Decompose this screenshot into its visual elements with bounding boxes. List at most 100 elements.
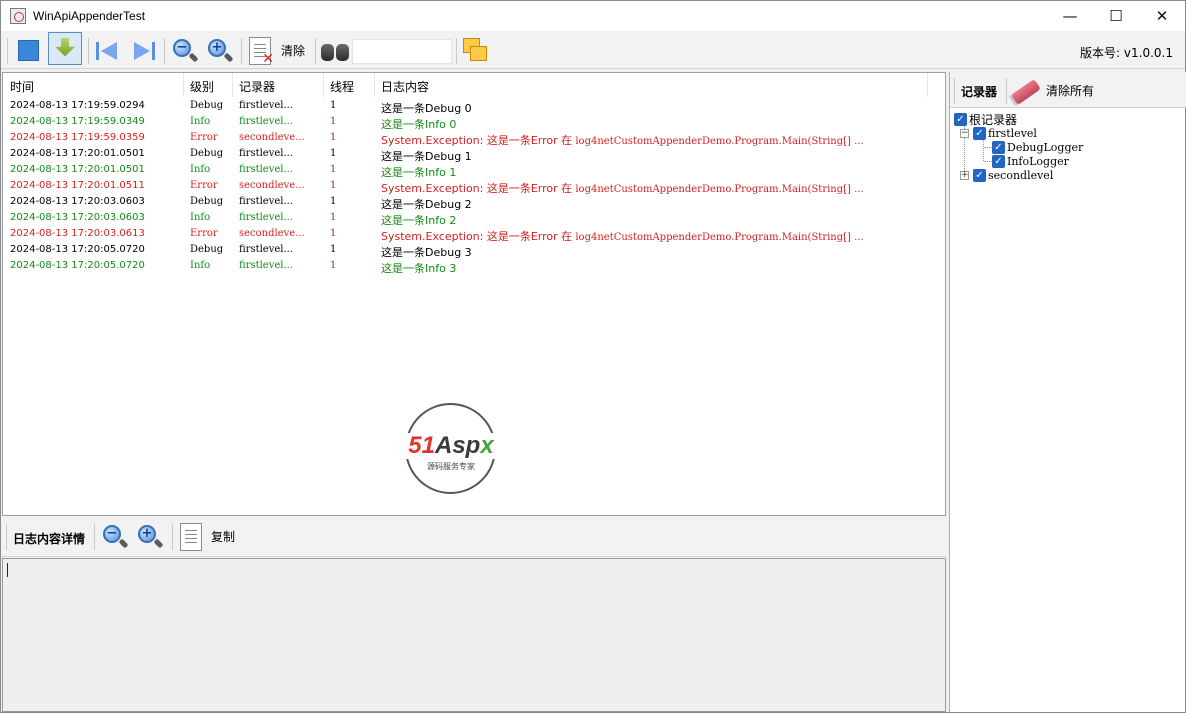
column-divider[interactable]	[927, 73, 928, 97]
tree-node-label: firstlevel	[988, 126, 1037, 140]
toolbar-separator	[456, 38, 457, 64]
auto-scroll-button[interactable]	[47, 32, 83, 65]
toolbar-grip	[954, 78, 955, 104]
windows-icon	[463, 37, 489, 64]
log-rows: 2024-08-13 17:19:59.0294 Debug firstlevel.…	[3, 98, 945, 275]
log-logger: firstlevel...	[239, 100, 294, 111]
tree-node-firstlevel[interactable]: ✓ firstlevel	[973, 126, 1037, 140]
detail-zoom-out-button[interactable]: −	[101, 521, 129, 552]
log-level: Error	[190, 180, 218, 191]
stop-icon	[17, 40, 39, 61]
log-level: Info	[190, 164, 211, 175]
col-level-header[interactable]: 级别	[190, 78, 214, 95]
column-divider[interactable]	[323, 73, 324, 97]
log-row[interactable]: 2024-08-13 17:20:03.0603 Debug firstlevel.…	[3, 194, 945, 211]
log-row[interactable]: 2024-08-13 17:20:05.0720 Info firstlevel..…	[3, 258, 945, 275]
log-time: 2024-08-13 17:20:03.0613	[10, 228, 145, 239]
stop-button[interactable]	[15, 35, 41, 66]
log-level: Debug	[190, 244, 224, 255]
zoom-out-icon: −	[102, 524, 129, 550]
log-row[interactable]: 2024-08-13 17:20:03.0613 Error secondleve.…	[3, 226, 945, 243]
toolbar-grip	[7, 38, 8, 64]
checkbox-checked-icon[interactable]: ✓	[954, 112, 967, 126]
col-time-header[interactable]: 时间	[10, 78, 34, 95]
first-button[interactable]	[94, 35, 120, 66]
column-divider[interactable]	[183, 73, 184, 97]
log-list[interactable]: 时间 级别 记录器 线程 日志内容 2024-08-13 17:19:59.02…	[2, 72, 946, 516]
tree-node-label: InfoLogger	[1007, 154, 1069, 168]
log-list-header: 时间 级别 记录器 线程 日志内容	[3, 73, 945, 97]
log-row[interactable]: 2024-08-13 17:19:59.0359 Error secondleve.…	[3, 130, 945, 147]
log-time: 2024-08-13 17:20:01.0511	[10, 180, 145, 191]
log-time: 2024-08-13 17:20:03.0603	[10, 212, 145, 223]
detail-zoom-in-button[interactable]: +	[136, 521, 164, 552]
checkbox-checked-icon[interactable]: ✓	[992, 154, 1005, 168]
main-toolbar: − + ✕ 清除 版本号: v1.0.0.1	[1, 32, 1185, 69]
toolbar-separator	[164, 38, 165, 64]
minimize-button[interactable]: —	[1047, 1, 1093, 31]
toolbar-separator	[172, 524, 173, 550]
col-thread-header[interactable]: 线程	[330, 78, 354, 95]
log-time: 2024-08-13 17:20:03.0603	[10, 196, 145, 207]
expand-icon[interactable]: +	[960, 171, 969, 180]
log-level: Debug	[190, 100, 224, 111]
log-time: 2024-08-13 17:19:59.0359	[10, 132, 145, 143]
maximize-button[interactable]: ☐	[1093, 1, 1139, 31]
log-row[interactable]: 2024-08-13 17:20:01.0511 Error secondleve.…	[3, 178, 945, 195]
log-logger: secondleve...	[239, 132, 305, 143]
log-thread: 1	[330, 180, 337, 191]
checkbox-checked-icon[interactable]: ✓	[973, 168, 986, 182]
search-input[interactable]	[352, 39, 452, 64]
log-thread: 1	[330, 212, 337, 223]
log-time: 2024-08-13 17:19:59.0294	[10, 100, 145, 111]
log-level: Debug	[190, 148, 224, 159]
log-row[interactable]: 2024-08-13 17:20:01.0501 Info firstlevel..…	[3, 162, 945, 179]
column-divider[interactable]	[374, 73, 375, 97]
text-caret	[7, 563, 8, 577]
log-level: Debug	[190, 196, 224, 207]
toolbar-separator	[94, 524, 95, 550]
window-button[interactable]	[461, 35, 491, 66]
clear-all-button[interactable]: 清除所有	[1008, 75, 1102, 106]
log-logger: firstlevel...	[239, 196, 294, 207]
detail-title: 日志内容详情	[13, 532, 86, 546]
detail-textbox[interactable]	[2, 558, 946, 712]
col-logger-header[interactable]: 记录器	[239, 78, 275, 95]
log-row[interactable]: 2024-08-13 17:20:05.0720 Debug firstlevel.…	[3, 242, 945, 259]
log-logger: firstlevel...	[239, 148, 294, 159]
zoom-in-icon: +	[137, 524, 164, 550]
title-bar[interactable]: WinApiAppenderTest — ☐ ✕	[1, 1, 1185, 31]
log-thread: 1	[330, 100, 337, 111]
column-divider[interactable]	[232, 73, 233, 97]
col-message-header[interactable]: 日志内容	[381, 78, 429, 95]
log-level: Info	[190, 260, 211, 271]
log-row[interactable]: 2024-08-13 17:20:03.0603 Info firstlevel..…	[3, 210, 945, 227]
log-row[interactable]: 2024-08-13 17:20:01.0501 Debug firstlevel.…	[3, 146, 945, 163]
collapse-icon[interactable]: −	[960, 129, 969, 138]
zoom-out-button[interactable]: −	[171, 35, 199, 66]
toolbar-separator	[88, 38, 89, 64]
window-title: WinApiAppenderTest	[33, 9, 146, 23]
log-logger: firstlevel...	[239, 116, 294, 127]
log-level: Error	[190, 132, 218, 143]
copy-button[interactable]: 复制	[180, 521, 242, 552]
checkbox-checked-icon[interactable]: ✓	[973, 126, 986, 140]
tree-node-secondlevel[interactable]: ✓ secondlevel	[973, 168, 1053, 182]
logger-toolbar: 记录器 清除所有	[950, 72, 1186, 108]
tree-node-debuglogger[interactable]: ✓ DebugLogger	[992, 140, 1083, 154]
eraser-icon	[1008, 78, 1041, 106]
toolbar-grip	[6, 524, 7, 550]
find-button[interactable]	[319, 35, 351, 66]
last-button[interactable]	[131, 35, 157, 66]
checkbox-checked-icon[interactable]: ✓	[992, 140, 1005, 154]
tree-node-infologger[interactable]: ✓ InfoLogger	[992, 154, 1069, 168]
zoom-in-button[interactable]: +	[206, 35, 234, 66]
close-button[interactable]: ✕	[1139, 1, 1185, 31]
log-message: 这是一条Info 3	[381, 262, 457, 275]
clear-button[interactable]: ✕ 清除	[249, 35, 311, 67]
log-row[interactable]: 2024-08-13 17:19:59.0349 Info firstlevel..…	[3, 114, 945, 131]
log-level: Info	[190, 212, 211, 223]
tree-node-root[interactable]: ✓ 根记录器	[954, 112, 1017, 127]
log-logger: firstlevel...	[239, 244, 294, 255]
log-row[interactable]: 2024-08-13 17:19:59.0294 Debug firstlevel.…	[3, 98, 945, 115]
